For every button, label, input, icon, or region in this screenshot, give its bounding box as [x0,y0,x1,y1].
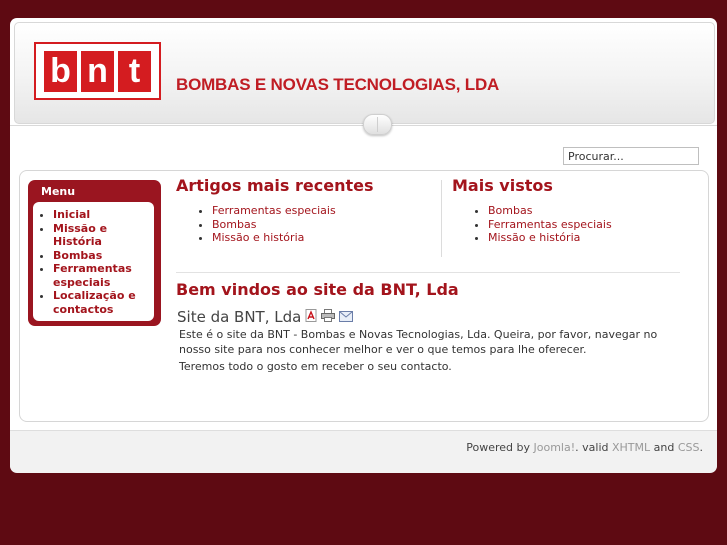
header: b n t BOMBAS E NOVAS TECNOLOGIAS, LDA [14,22,715,124]
list-item: Ferramentas especiais [488,218,612,232]
menu-link-localizacao[interactable]: Localização e contactos [53,289,136,316]
footer-end: . [699,441,704,454]
joomla-link[interactable]: Joomla! [534,441,576,454]
menu-item-bombas: Bombas [53,249,154,263]
email-icon[interactable] [339,308,354,326]
recent-articles-list: Ferramentas especiais Bombas Missão e hi… [176,204,336,245]
footer-credits: Powered by Joomla!. valid XHTML and CSS. [466,441,703,454]
list-item: Ferramentas especiais [212,204,336,218]
css-link[interactable]: CSS [678,441,700,454]
menu-link-ferramentas[interactable]: Ferramentas especiais [53,262,132,289]
page-container: b n t BOMBAS E NOVAS TECNOLOGIAS, LDA Me… [10,18,717,473]
most-viewed-title: Mais vistos [452,176,553,195]
footer-powered-by: Powered by [466,441,530,454]
menu-item-missao: Missão e História [53,222,154,249]
logo-letter-n: n [81,50,114,92]
recent-link-missao[interactable]: Missão e história [212,231,304,244]
list-item: Missão e história [212,231,336,245]
pdf-icon[interactable] [305,308,317,326]
popular-link-missao[interactable]: Missão e história [488,231,580,244]
bnt-logo[interactable]: b n t [34,42,161,100]
footer: Powered by Joomla!. valid XHTML and CSS. [10,430,717,473]
footer-valid: . valid [575,441,609,454]
recent-articles-title: Artigos mais recentes [176,176,374,195]
menu-list-panel: Inicial Missão e História Bombas Ferrame… [33,202,154,321]
recent-link-ferramentas[interactable]: Ferramentas especiais [212,204,336,217]
menu-link-inicial[interactable]: Inicial [53,208,90,221]
list-item: Missão e história [488,231,612,245]
popular-link-ferramentas[interactable]: Ferramentas especiais [488,218,612,231]
column-divider [441,180,442,257]
menu-item-ferramentas: Ferramentas especiais [53,262,154,289]
content-area: Menu Inicial Missão e História Bombas Fe… [19,170,709,422]
menu-list: Inicial Missão e História Bombas Ferrame… [33,202,154,316]
menu-item-localizacao: Localização e contactos [53,289,154,316]
most-viewed-list: Bombas Ferramentas especiais Missão e hi… [452,204,612,245]
article-title-row: Site da BNT, Lda [177,308,354,326]
intro-paragraph: Este é o site da BNT - Bombas e Novas Te… [179,328,658,356]
welcome-heading: Bem vindos ao site da BNT, Lda [176,280,459,299]
company-name: BOMBAS E NOVAS TECNOLOGIAS, LDA [176,75,500,94]
print-icon[interactable] [321,308,336,326]
list-item: Bombas [212,218,336,232]
toggle-knob-icon[interactable] [363,114,392,135]
popular-link-bombas[interactable]: Bombas [488,204,532,217]
menu-item-inicial: Inicial [53,208,154,222]
section-divider [176,272,680,273]
logo-letter-b: b [44,50,77,92]
main-menu: Menu Inicial Missão e História Bombas Fe… [28,180,161,326]
footer-and: and [653,441,675,454]
xhtml-link[interactable]: XHTML [612,441,650,454]
contact-paragraph: Teremos todo o gosto em receber o seu co… [179,360,452,373]
list-item: Bombas [488,204,612,218]
menu-link-bombas[interactable]: Bombas [53,249,102,262]
recent-link-bombas[interactable]: Bombas [212,218,256,231]
menu-link-missao[interactable]: Missão e História [53,222,107,249]
search-input[interactable] [563,147,699,165]
article-title: Site da BNT, Lda [177,308,302,326]
logo-letter-t: t [118,50,151,92]
menu-title: Menu [41,185,76,198]
